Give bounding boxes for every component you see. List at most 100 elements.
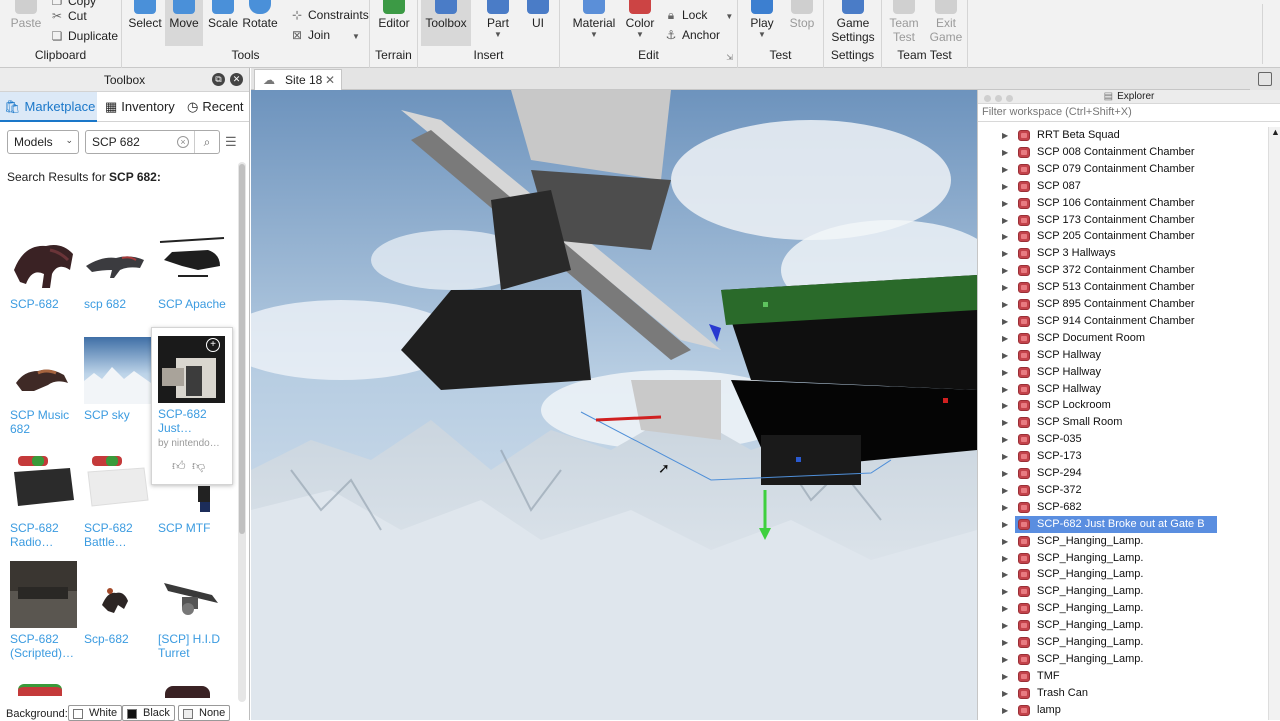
minimize-dot-icon[interactable] — [995, 95, 1002, 102]
expand-arrow-icon[interactable]: ▶ — [1002, 330, 1008, 347]
explorer-item[interactable]: ▶ SCP Document Room — [978, 330, 1268, 347]
explorer-item[interactable]: ▶ SCP 914 Containment Chamber — [978, 313, 1268, 330]
scale-button[interactable]: Scale — [204, 0, 242, 46]
tab-inventory[interactable]: ▦ Inventory — [101, 92, 181, 122]
asset-item[interactable]: SCP-682 Radio… — [10, 450, 82, 549]
explorer-item[interactable]: ▶ SCP 895 Containment Chamber — [978, 296, 1268, 313]
expand-arrow-icon[interactable]: ▶ — [1002, 634, 1008, 651]
anchor-button[interactable]: ⚓︎ Anchor — [664, 28, 720, 46]
explorer-item[interactable]: ▶ lamp — [978, 702, 1268, 719]
explorer-item[interactable]: ▶ SCP 079 Containment Chamber — [978, 161, 1268, 178]
expand-arrow-icon[interactable]: ▶ — [1002, 482, 1008, 499]
expand-arrow-icon[interactable]: ▶ — [1002, 127, 1008, 144]
expand-arrow-icon[interactable]: ▶ — [1002, 364, 1008, 381]
expand-arrow-icon[interactable]: ▶ — [1002, 296, 1008, 313]
explorer-item[interactable]: ▶ SCP_Hanging_Lamp. — [978, 583, 1268, 600]
expand-arrow-icon[interactable]: ▶ — [1002, 600, 1008, 617]
explorer-item[interactable]: ▶ SCP-682 — [978, 499, 1268, 516]
expand-arrow-icon[interactable]: ▶ — [1002, 414, 1008, 431]
expand-arrow-icon[interactable]: ▶ — [1002, 178, 1008, 195]
scrollbar-thumb[interactable] — [239, 164, 245, 534]
asset-item[interactable] — [18, 684, 68, 698]
explorer-item[interactable]: ▶ SCP 513 Containment Chamber — [978, 279, 1268, 296]
expand-arrow-icon[interactable]: ▶ — [1002, 245, 1008, 262]
search-icon[interactable]: ⌕ — [194, 131, 219, 153]
explorer-item[interactable]: ▶ SCP 106 Containment Chamber — [978, 195, 1268, 212]
background-none-button[interactable]: None — [178, 705, 231, 721]
expand-arrow-icon[interactable]: ▶ — [1002, 262, 1008, 279]
asset-item[interactable]: SCP MTF — [158, 450, 230, 535]
team-test-button[interactable]: Team Test — [885, 0, 923, 48]
explorer-item[interactable]: ▶ SCP_Hanging_Lamp. — [978, 550, 1268, 567]
explorer-item[interactable]: ▶ SCP_Hanging_Lamp. — [978, 600, 1268, 617]
explorer-item[interactable]: ▶ RRT Beta Squad — [978, 127, 1268, 144]
explorer-item[interactable]: ▶ SCP_Hanging_Lamp. — [978, 651, 1268, 668]
expand-arrow-icon[interactable]: ▶ — [1002, 228, 1008, 245]
constraints-button[interactable]: ⊹ Constraints — [290, 8, 369, 26]
terrain-editor-button[interactable]: Editor — [374, 0, 414, 46]
stop-button[interactable]: Stop — [784, 0, 820, 46]
explorer-item[interactable]: ▶ SCP 205 Containment Chamber — [978, 228, 1268, 245]
explorer-item[interactable]: ▶ SCP Hallway — [978, 381, 1268, 398]
lock-button[interactable]: 🔒︎ Lock ▼ — [664, 8, 733, 26]
explorer-item[interactable]: ▶ SCP-682 Just Broke out at Gate B — [978, 515, 1268, 533]
expand-arrow-icon[interactable]: ▶ — [1002, 499, 1008, 516]
move-button[interactable]: Move — [165, 0, 203, 46]
expand-arrow-icon[interactable]: ▶ — [1002, 144, 1008, 161]
asset-item[interactable]: SCP sky — [84, 337, 156, 422]
toolbox-button[interactable]: Toolbox — [421, 0, 471, 46]
asset-item[interactable]: SCP Apache — [158, 226, 230, 311]
expand-arrow-icon[interactable]: ▶ — [1002, 668, 1008, 685]
play-dropdown-icon[interactable]: ▼ — [744, 30, 780, 39]
explorer-item[interactable]: ▶ SCP-035 — [978, 431, 1268, 448]
asset-item[interactable]: [SCP] H.I.D Turret — [158, 561, 230, 660]
join-button[interactable]: ⊠ Join ▼ — [290, 28, 360, 46]
category-dropdown[interactable]: Models ⌄ — [7, 130, 79, 154]
zoom-icon[interactable]: + — [206, 338, 220, 352]
expand-arrow-icon[interactable]: ▶ — [1002, 313, 1008, 330]
dock-toggle[interactable] — [1250, 68, 1280, 90]
asset-item[interactable]: SCP-682 Battle… — [84, 450, 156, 549]
color-button[interactable]: Color ▼ — [622, 0, 658, 46]
tab-marketplace[interactable]: 🛍︎ Marketplace — [0, 92, 97, 122]
game-settings-button[interactable]: Game Settings — [827, 0, 879, 48]
explorer-item[interactable]: ▶ SCP Small Room — [978, 414, 1268, 431]
expand-arrow-icon[interactable]: ▶ — [1002, 533, 1008, 550]
material-button[interactable]: Material ▼ — [572, 0, 616, 46]
explorer-item[interactable]: ▶ SCP 3 Hallways — [978, 245, 1268, 262]
undock-icon[interactable]: ⧉ — [212, 73, 225, 86]
explorer-item[interactable]: ▶ SCP 173 Containment Chamber — [978, 212, 1268, 229]
close-tab-icon[interactable]: ✕ — [325, 70, 335, 90]
expand-arrow-icon[interactable]: ▶ — [1002, 448, 1008, 465]
explorer-item[interactable]: ▶ TMF — [978, 668, 1268, 685]
asset-item[interactable] — [165, 686, 210, 698]
explorer-item[interactable]: ▶ SCP-173 — [978, 448, 1268, 465]
join-dropdown-icon[interactable]: ▼ — [352, 32, 360, 41]
background-white-button[interactable]: White — [68, 705, 123, 721]
expand-arrow-icon[interactable]: ▶ — [1002, 431, 1008, 448]
explorer-filter-input[interactable]: Filter workspace (Ctrl+Shift+X) — [978, 104, 1280, 122]
asset-item[interactable]: scp 682 — [84, 226, 156, 311]
explorer-item[interactable]: ▶ SCP_Hanging_Lamp. — [978, 566, 1268, 583]
color-dropdown-icon[interactable]: ▼ — [622, 30, 658, 39]
filter-icon[interactable]: ☰ — [225, 134, 237, 150]
expand-arrow-icon[interactable]: ▶ — [1002, 550, 1008, 567]
tab-recent[interactable]: ◷ Recent — [183, 92, 249, 122]
expand-arrow-icon[interactable]: ▶ — [1002, 347, 1008, 364]
explorer-item[interactable]: ▶ SCP Hallway — [978, 364, 1268, 381]
explorer-item[interactable]: ▶ SCP_Hanging_Lamp. — [978, 634, 1268, 651]
toolbox-scrollbar[interactable] — [238, 162, 246, 702]
explorer-item[interactable]: ▶ SCP_Hanging_Lamp. — [978, 617, 1268, 634]
exit-game-button[interactable]: Exit Game — [926, 0, 966, 48]
background-black-button[interactable]: Black — [122, 705, 175, 721]
expand-arrow-icon[interactable]: ▶ — [1002, 465, 1008, 482]
explorer-item[interactable]: ▶ SCP 008 Containment Chamber — [978, 144, 1268, 161]
zoom-dot-icon[interactable] — [1006, 95, 1013, 102]
expand-arrow-icon[interactable]: ▶ — [1002, 583, 1008, 600]
play-button[interactable]: Play ▼ — [744, 0, 780, 46]
asset-item[interactable]: SCP-682 (Scripted)… — [10, 561, 82, 660]
part-dropdown-icon[interactable]: ▼ — [478, 30, 518, 39]
paste-button[interactable]: Paste — [6, 0, 46, 46]
asset-item[interactable]: SCP-682 — [10, 226, 82, 311]
part-button[interactable]: Part ▼ — [478, 0, 518, 46]
